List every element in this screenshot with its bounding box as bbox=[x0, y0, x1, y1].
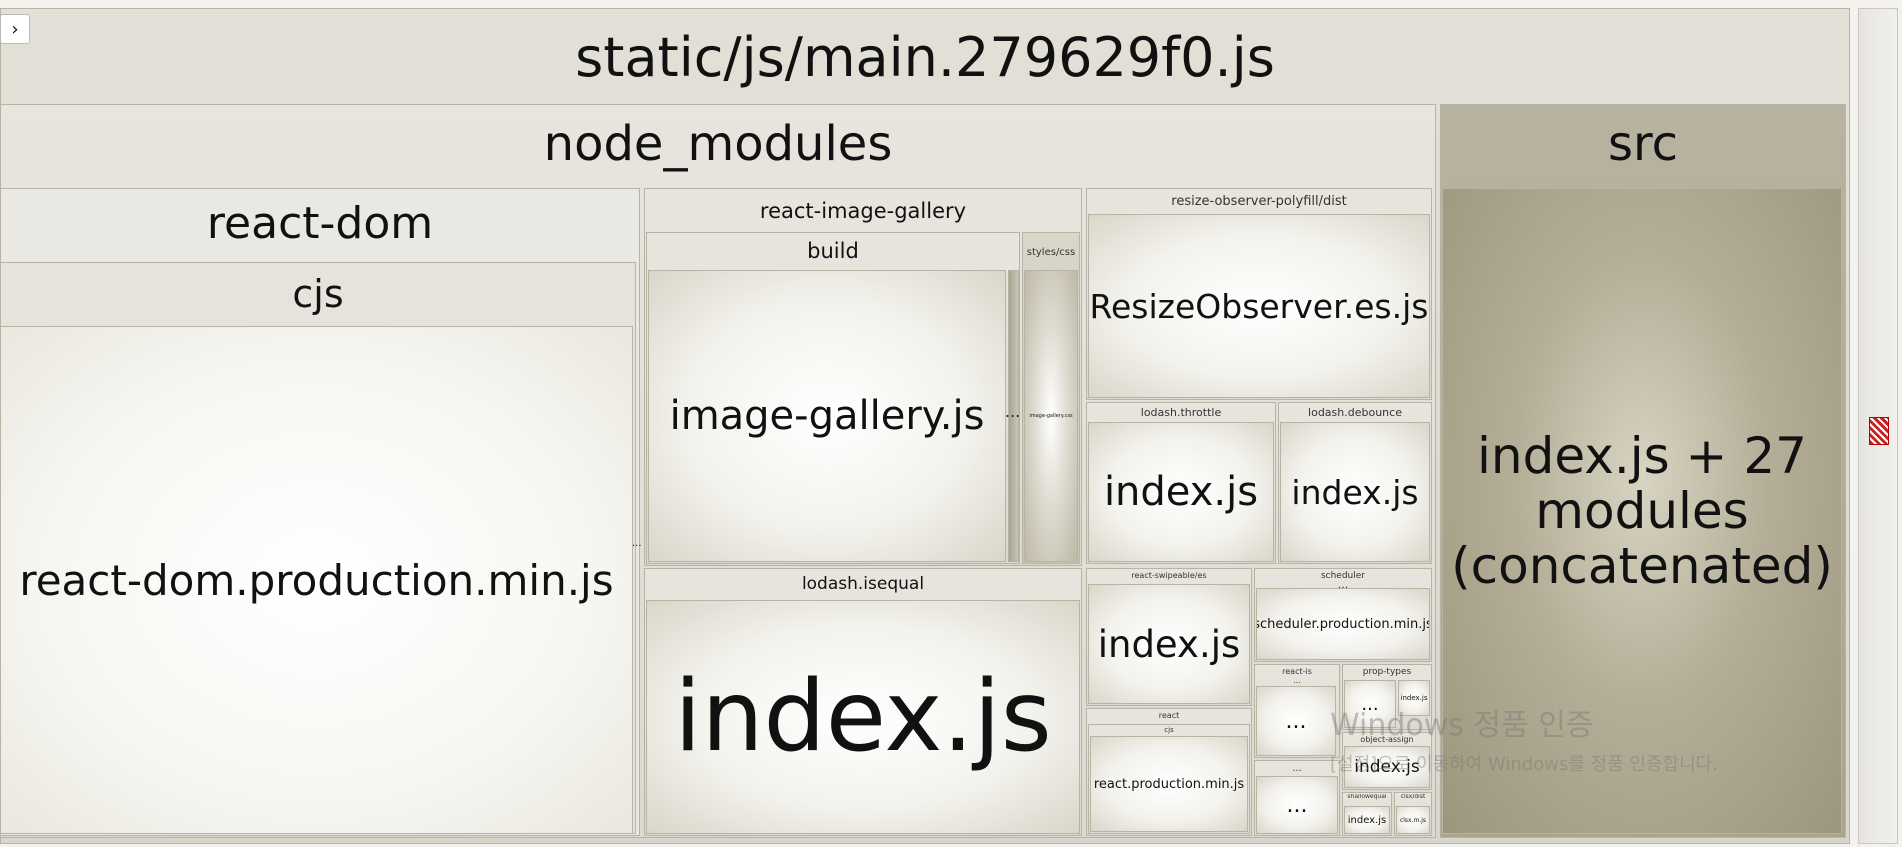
node-modules-title: node_modules bbox=[543, 117, 893, 172]
prop-types-index-js-tile[interactable]: index.js bbox=[1398, 680, 1430, 716]
shallowequal-index-js-tile[interactable]: index.js bbox=[1344, 806, 1390, 834]
right-scrollbar[interactable] bbox=[1858, 8, 1898, 844]
react-is-dots-label: ... bbox=[1285, 708, 1307, 734]
lodash-throttle-title: lodash.throttle bbox=[1140, 407, 1222, 419]
gallery-more-dots[interactable]: ... bbox=[1005, 402, 1020, 421]
image-gallery-css-label: image-gallery.css bbox=[1029, 413, 1073, 419]
prop-types-title: prop-types bbox=[1362, 667, 1412, 677]
react-swipeable-file-label: index.js bbox=[1097, 622, 1241, 666]
prop-types-file-label: index.js bbox=[1400, 694, 1428, 702]
resize-observer-title: resize-observer-polyfill/dist bbox=[1171, 195, 1347, 209]
react-file-label: react.production.min.js bbox=[1093, 776, 1245, 792]
object-assign-title: object-assign bbox=[1360, 735, 1414, 744]
chevron-right-icon: › bbox=[11, 18, 19, 40]
lodash-isequal-file-label: index.js bbox=[674, 660, 1052, 774]
shallowequal-file-label: index.js bbox=[1347, 814, 1387, 826]
react-dom-production-min-js-tile[interactable]: react-dom.production.min.js bbox=[0, 326, 633, 834]
object-assign-index-js-tile[interactable]: index.js bbox=[1344, 746, 1430, 788]
react-image-gallery-title: react-image-gallery bbox=[759, 199, 967, 223]
clsx-m-js-tile[interactable]: clsx.m.js bbox=[1396, 806, 1430, 834]
react-swipeable-title: react-swipeable/es bbox=[1131, 571, 1207, 580]
scheduler-file-label: scheduler.production.min.js bbox=[1256, 616, 1430, 632]
react-is-collapsed-tile[interactable]: ... bbox=[1256, 686, 1336, 756]
image-gallery-js-tile[interactable]: image-gallery.js bbox=[648, 270, 1006, 562]
react-dom-cjs-title: cjs bbox=[292, 273, 344, 316]
lodash-throttle-index-js-tile[interactable]: index.js bbox=[1088, 422, 1274, 562]
prop-types-dots-label: ... bbox=[1361, 693, 1379, 715]
lodash-throttle-file-label: index.js bbox=[1103, 469, 1259, 515]
react-dom-title: react-dom bbox=[206, 199, 434, 249]
sidebar-toggle-button[interactable]: › bbox=[0, 14, 30, 44]
gallery-build-title: build bbox=[807, 239, 859, 263]
lodash-isequal-index-js-tile[interactable]: index.js bbox=[646, 600, 1080, 834]
lodash-debounce-title: lodash.debounce bbox=[1308, 407, 1402, 419]
react-title: react bbox=[1158, 711, 1180, 720]
gallery-styles-css-title: styles/css bbox=[1026, 247, 1076, 258]
scheduler-production-min-js-tile[interactable]: scheduler.production.min.js bbox=[1256, 588, 1430, 660]
image-gallery-file-label: image-gallery.js bbox=[669, 393, 985, 439]
object-assign-file-label: index.js bbox=[1354, 757, 1420, 777]
react-swipeable-index-js-tile[interactable]: index.js bbox=[1088, 584, 1250, 704]
lodash-debounce-index-js-tile[interactable]: index.js bbox=[1280, 422, 1430, 562]
react-is-title: react-is bbox=[1282, 667, 1312, 676]
src-title: src bbox=[1607, 117, 1679, 172]
scroll-position-marker-icon[interactable] bbox=[1869, 417, 1889, 445]
image-gallery-css-tile[interactable]: image-gallery.css bbox=[1024, 270, 1078, 562]
clsx-file-label: clsx.m.js bbox=[1399, 816, 1427, 824]
react-is-sub-dots[interactable]: ... bbox=[1255, 676, 1339, 685]
misc-module-dots-label: ... bbox=[1286, 792, 1308, 818]
react-cjs-title: cjs bbox=[1164, 726, 1174, 734]
src-file-label: index.js + 27 modules (concatenated) bbox=[1451, 426, 1833, 595]
misc-module-collapsed-tile[interactable]: ... bbox=[1256, 776, 1338, 834]
react-production-min-js-tile[interactable]: react.production.min.js bbox=[1090, 736, 1248, 832]
resize-observer-file-label: ResizeObserver.es.js bbox=[1089, 286, 1429, 326]
misc-module-title-dots[interactable]: ... bbox=[1255, 763, 1339, 775]
prop-types-collapsed-tile[interactable]: ... bbox=[1344, 680, 1396, 728]
lodash-debounce-file-label: index.js bbox=[1291, 472, 1419, 512]
src-index-js-concatenated-tile[interactable]: index.js + 27 modules (concatenated) bbox=[1442, 188, 1842, 834]
shallowequal-title: shallowequal bbox=[1347, 794, 1387, 800]
clsx-title: clsx/dist bbox=[1400, 794, 1426, 800]
root-title: static/js/main.279629f0.js bbox=[575, 27, 1275, 89]
lodash-isequal-title: lodash.isequal bbox=[801, 575, 925, 594]
resize-observer-es-js-tile[interactable]: ResizeObserver.es.js bbox=[1088, 214, 1430, 398]
react-dom-more-dots[interactable]: ... bbox=[632, 538, 642, 549]
react-dom-file-label: react-dom.production.min.js bbox=[19, 555, 614, 605]
